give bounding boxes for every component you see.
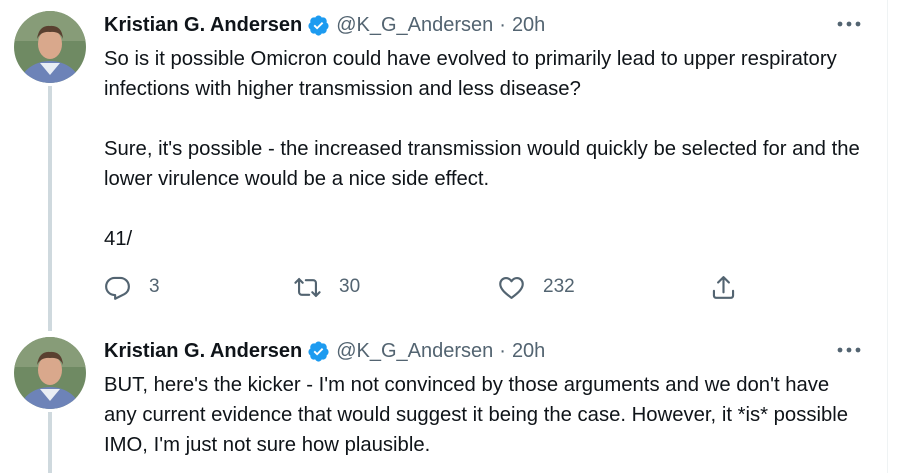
like-button[interactable]: 232 [498,272,575,302]
avatar[interactable] [14,337,86,409]
timestamp[interactable]: 20h [512,340,545,363]
retweet-button[interactable]: 30 [294,272,360,302]
retweet-icon [294,277,321,297]
author-name[interactable]: Kristian G. Andersen [104,340,302,363]
author-name[interactable]: Kristian G. Andersen [104,14,302,37]
reply-button[interactable]: 3 [104,272,160,302]
verified-badge-icon [307,14,330,37]
tweet-paragraph: So is it possible Omicron could have evo… [104,48,837,100]
author-handle[interactable]: @K_G_Andersen [336,340,493,363]
thread-line [48,412,52,473]
timestamp[interactable]: 20h [512,14,545,37]
tweet-text: So is it possible Omicron could have evo… [104,44,864,254]
verified-badge-icon [307,340,330,363]
tweet-paragraph: Sure, it's possible - the increased tran… [104,138,860,190]
avatar[interactable] [14,11,86,83]
tweet-header: Kristian G. Andersen @K_G_Andersen · 20h [104,12,545,38]
tweet-header: Kristian G. Andersen @K_G_Andersen · 20h [104,338,545,364]
share-button[interactable] [710,272,737,302]
thread-line [48,86,52,331]
tweet-paragraph: 41/ [104,228,133,250]
separator: · [499,13,506,36]
more-options-icon[interactable] [836,342,862,358]
like-count: 232 [543,276,575,297]
tweet-paragraph: BUT, here's the kicker - I'm not convinc… [104,374,849,456]
separator: · [499,339,506,362]
share-icon [712,275,735,299]
reply-icon [105,276,130,300]
tweet-text: BUT, here's the kicker - I'm not convinc… [104,370,864,460]
tweet[interactable]: Kristian G. Andersen @K_G_Andersen · 20h… [0,0,888,331]
author-handle[interactable]: @K_G_Andersen [336,14,493,37]
more-options-icon[interactable] [836,16,862,32]
tweet-actions: 3 30 232 [104,272,754,302]
retweet-count: 30 [339,276,361,297]
reply-count: 3 [149,276,160,297]
heart-icon [499,276,524,299]
